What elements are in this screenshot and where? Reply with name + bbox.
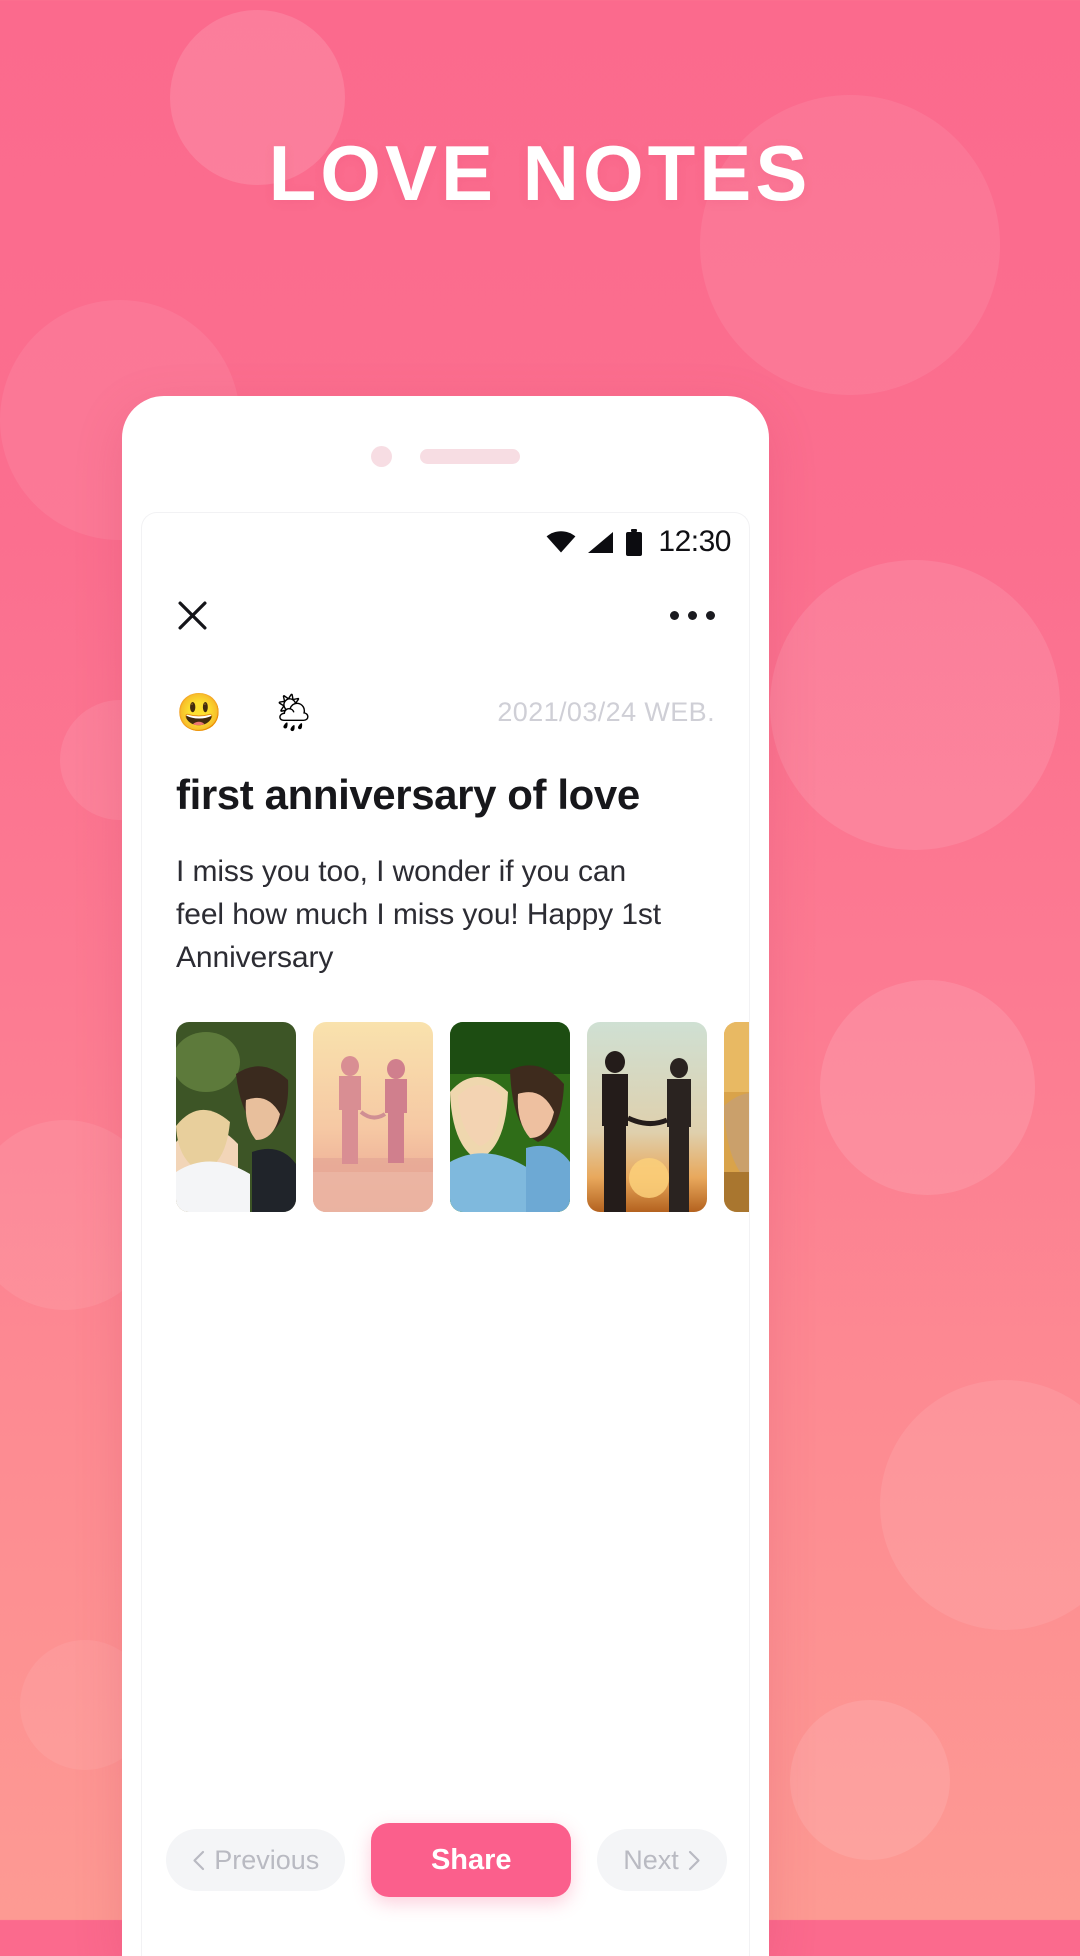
photo-thumbnail[interactable] [313,1021,433,1212]
previous-button-label: Previous [214,1844,320,1875]
bokeh-circle [770,560,1060,850]
next-button[interactable]: Next [597,1829,727,1891]
note-date: 2021/03/24 WEB. [497,696,715,727]
bokeh-circle [790,1700,950,1860]
battery-icon [626,528,643,556]
photo-thumbnail[interactable] [450,1021,570,1212]
page-title: LOVE NOTES [268,129,812,217]
signal-icon [588,531,614,553]
chevron-left-icon [193,1850,205,1870]
bokeh-circle [880,1380,1080,1630]
share-button[interactable]: Share [371,1823,572,1897]
previous-button[interactable]: Previous [166,1829,346,1891]
grinning-face-emoji[interactable]: 😃 [176,694,222,731]
couple-running-beach-sunset-image [313,1021,433,1212]
note-toolbar [142,571,749,659]
note-meta-row: 😃 🌦 2021/03/24 WEB. [142,679,749,745]
status-bar: 12:30 [142,513,749,571]
next-button-label: Next [623,1844,679,1875]
status-bar-clock: 12:30 [658,525,731,558]
phone-mockup: 12:30 😃 🌦 2021/03/24 WEB. first annivers… [122,396,769,1956]
photo-thumbnail[interactable] [587,1021,707,1212]
more-options-icon[interactable] [670,610,715,620]
phone-screen: 12:30 😃 🌦 2021/03/24 WEB. first annivers… [141,512,750,1956]
couple-silhouette-sunset-image [587,1021,707,1212]
photo-thumbnail[interactable] [176,1021,296,1212]
couple-photo-partial-image [724,1021,749,1212]
note-body: I miss you too, I wonder if you can feel… [176,855,662,974]
note-title: first anniversary of love [176,771,640,818]
close-icon[interactable] [176,599,209,632]
note-photo-strip[interactable] [142,1021,749,1212]
bokeh-circle [820,980,1035,1195]
wifi-icon [547,531,576,553]
phone-speaker-row [122,446,769,467]
couple-foreheads-together-image [176,1021,296,1212]
sun-behind-rain-cloud-icon[interactable]: 🌦 [270,694,317,731]
note-footer: Previous Share Next [142,1764,749,1956]
couple-lying-on-grass-image [450,1021,570,1212]
speaker-grille-icon [420,449,520,464]
photo-thumbnail[interactable] [724,1021,749,1212]
page-title-container: LOVE NOTES [0,129,1080,217]
chevron-right-icon [688,1850,700,1870]
camera-dot-icon [371,446,392,467]
